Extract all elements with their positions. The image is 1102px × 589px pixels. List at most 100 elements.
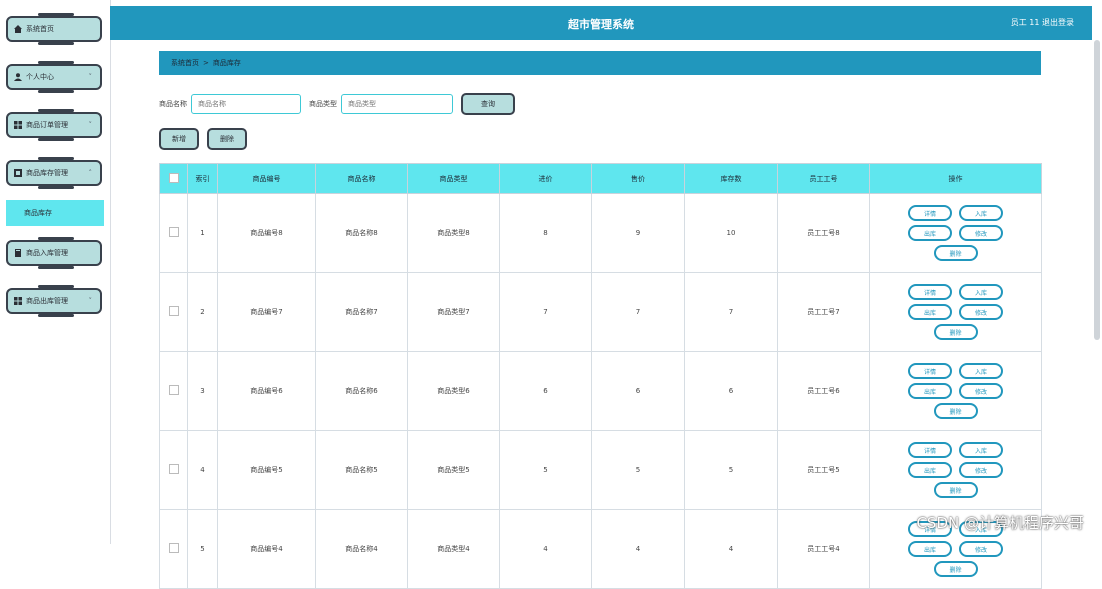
cell-code: 商品编号4	[217, 509, 316, 589]
cell-operations: 详情 入库 出库 修改 删除	[869, 430, 1042, 510]
sidebar-subitem-inventory[interactable]: 商品库存	[6, 200, 104, 226]
cell-type: 商品类型8	[407, 193, 500, 273]
stock-in-button[interactable]: 入库	[959, 363, 1003, 379]
cell-type: 商品类型4	[407, 509, 500, 589]
row-checkbox[interactable]	[159, 351, 188, 431]
edit-button[interactable]: 修改	[959, 462, 1003, 478]
breadcrumb: 系统首页 > 商品库存	[159, 51, 1041, 75]
cell-name: 商品名称7	[315, 272, 408, 352]
select-all-checkbox[interactable]	[159, 163, 188, 194]
app-title: 超市管理系统	[568, 18, 634, 31]
watermark-text: CSDN @计算机程序兴哥	[916, 514, 1084, 532]
chevron-down-icon: ˅	[88, 121, 93, 129]
query-button[interactable]: 查询	[461, 93, 515, 115]
cell-name: 商品名称5	[315, 430, 408, 510]
column-header: 库存数	[684, 163, 778, 194]
table-header-row: 索引 商品编号 商品名称 商品类型 进价 售价 库存数 员工工号 操作	[159, 163, 1042, 194]
cell-type: 商品类型5	[407, 430, 500, 510]
batch-delete-button[interactable]: 删除	[207, 128, 247, 150]
sidebar-item-inventory[interactable]: 商品库存管理 ˄	[6, 156, 102, 190]
detail-button[interactable]: 详情	[908, 363, 952, 379]
cell-stock: 10	[684, 193, 778, 273]
cell-cost: 6	[499, 351, 592, 431]
delete-button[interactable]: 删除	[933, 403, 978, 419]
edit-button[interactable]: 修改	[959, 541, 1003, 557]
cell-cost: 7	[499, 272, 592, 352]
row-checkbox[interactable]	[159, 509, 188, 589]
sidebar-item-orders[interactable]: 商品订单管理 ˅	[6, 108, 102, 142]
cell-price: 7	[591, 272, 685, 352]
sidebar-item-label: 商品库存管理	[26, 169, 68, 177]
table-row: 4 商品编号5 商品名称5 商品类型5 5 5 5 员工工号5 详情 入库 出库修…	[159, 430, 1042, 510]
cell-stock: 7	[684, 272, 778, 352]
cell-price: 4	[591, 509, 685, 589]
cell-code: 商品编号6	[217, 351, 316, 431]
user-logout-link[interactable]: 员工 11 退出登录	[1011, 17, 1074, 28]
stock-in-button[interactable]: 入库	[959, 442, 1003, 458]
search-bar: 商品名称 商品类型 查询	[159, 93, 515, 115]
cell-cost: 4	[499, 509, 592, 589]
column-header: 商品名称	[315, 163, 408, 194]
stock-out-button[interactable]: 出库	[908, 383, 952, 399]
edit-button[interactable]: 修改	[959, 304, 1003, 320]
cell-index: 1	[187, 193, 218, 273]
book-icon	[14, 249, 22, 257]
stock-out-button[interactable]: 出库	[908, 541, 952, 557]
inventory-table: 索引 商品编号 商品名称 商品类型 进价 售价 库存数 员工工号 操作 1 商品…	[159, 163, 1042, 589]
delete-button[interactable]: 删除	[933, 245, 978, 261]
sidebar-item-stock-out[interactable]: 商品出库管理 ˅	[6, 284, 102, 318]
table-row: 3 商品编号6 商品名称6 商品类型6 6 6 6 员工工号6 详情 入库 出库修…	[159, 351, 1042, 431]
type-filter-input[interactable]	[341, 94, 453, 114]
cell-code: 商品编号8	[217, 193, 316, 273]
sidebar-item-home[interactable]: 系统首页	[6, 12, 102, 46]
delete-button[interactable]: 删除	[933, 561, 978, 577]
cell-name: 商品名称8	[315, 193, 408, 273]
cell-employee: 员工工号7	[777, 272, 870, 352]
name-filter-input[interactable]	[191, 94, 301, 114]
column-header: 商品编号	[217, 163, 316, 194]
edit-button[interactable]: 修改	[959, 383, 1003, 399]
table-row: 2 商品编号7 商品名称7 商品类型7 7 7 7 员工工号7 详情 入库 出库修…	[159, 272, 1042, 352]
stock-out-button[interactable]: 出库	[908, 304, 952, 320]
store-icon	[14, 169, 22, 177]
sidebar-item-personal-center[interactable]: 个人中心 ˅	[6, 60, 102, 94]
cell-stock: 5	[684, 430, 778, 510]
cell-index: 3	[187, 351, 218, 431]
add-button[interactable]: 新增	[159, 128, 199, 150]
sidebar-item-label: 商品出库管理	[26, 297, 68, 305]
edit-button[interactable]: 修改	[959, 225, 1003, 241]
chevron-up-icon: ˄	[88, 169, 93, 177]
vertical-scrollbar[interactable]	[1094, 40, 1100, 340]
sidebar: 系统首页 个人中心 ˅ 商品订单管理 ˅ 商品库存管理 ˄ 商品库存 商品入库管…	[0, 0, 111, 544]
sidebar-item-stock-in[interactable]: 商品入库管理	[6, 236, 102, 270]
column-header: 进价	[499, 163, 592, 194]
column-header: 员工工号	[777, 163, 870, 194]
stock-out-button[interactable]: 出库	[908, 225, 952, 241]
row-checkbox[interactable]	[159, 430, 188, 510]
stock-in-button[interactable]: 入库	[959, 205, 1003, 221]
delete-button[interactable]: 删除	[933, 324, 978, 340]
column-header: 售价	[591, 163, 685, 194]
cell-cost: 8	[499, 193, 592, 273]
stock-out-button[interactable]: 出库	[908, 462, 952, 478]
cell-employee: 员工工号6	[777, 351, 870, 431]
breadcrumb-home[interactable]: 系统首页	[171, 58, 199, 68]
table-row: 5 商品编号4 商品名称4 商品类型4 4 4 4 员工工号4 详情 入库 出库修…	[159, 509, 1042, 589]
cell-index: 5	[187, 509, 218, 589]
type-filter-label: 商品类型	[309, 100, 337, 108]
action-bar: 新增 删除	[159, 128, 247, 150]
sidebar-item-label: 个人中心	[26, 73, 54, 81]
cell-index: 2	[187, 272, 218, 352]
detail-button[interactable]: 详情	[908, 284, 952, 300]
cell-employee: 员工工号4	[777, 509, 870, 589]
detail-button[interactable]: 详情	[908, 205, 952, 221]
delete-button[interactable]: 删除	[933, 482, 978, 498]
stock-in-button[interactable]: 入库	[959, 284, 1003, 300]
breadcrumb-current: 商品库存	[212, 59, 241, 67]
row-checkbox[interactable]	[159, 193, 188, 273]
sidebar-item-label: 商品入库管理	[26, 249, 68, 257]
grid-icon	[14, 121, 22, 129]
cell-operations: 详情 入库 出库 修改 删除	[869, 351, 1042, 431]
detail-button[interactable]: 详情	[908, 442, 952, 458]
row-checkbox[interactable]	[159, 272, 188, 352]
